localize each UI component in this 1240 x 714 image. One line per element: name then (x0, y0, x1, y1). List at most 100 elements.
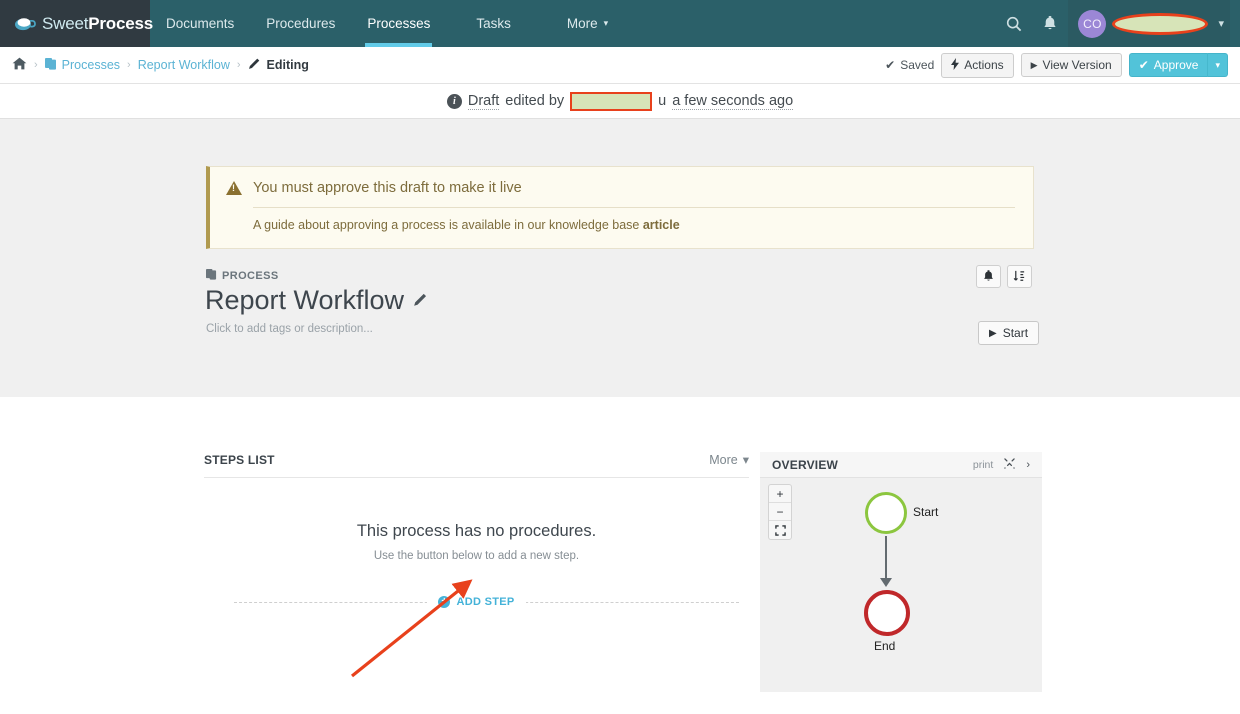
alert-header: You must approve this draft to make it l… (226, 180, 1015, 196)
steps-list-panel: STEPS LIST More ▾ This process has no pr… (204, 452, 749, 613)
brand-logo[interactable]: SweetProcess (0, 0, 153, 47)
add-step-label: ADD STEP (456, 596, 515, 608)
process-title-text: Report Workflow (205, 285, 405, 315)
actions-label: Actions (964, 58, 1004, 72)
diagram-connector-arrowhead (880, 578, 892, 587)
nav-label: Processes (367, 16, 431, 31)
draft-status-bar: i Draft edited by u a few seconds ago (0, 84, 1240, 119)
caret-down-icon: ▾ (1215, 59, 1220, 70)
breadcrumb-label: Editing (266, 58, 309, 72)
home-icon[interactable] (12, 57, 27, 73)
nav-label: Tasks (476, 16, 511, 31)
alert-body-text: A guide about approving a process is ava… (253, 218, 643, 232)
draft-message: i Draft edited by u a few seconds ago (446, 91, 794, 111)
draft-trailing-char: u (658, 93, 667, 109)
header-section-background (0, 119, 1240, 397)
view-version-label: View Version (1042, 58, 1112, 72)
print-button[interactable]: print (973, 459, 993, 471)
fit-to-screen-button[interactable] (769, 521, 791, 539)
chevron-down-icon[interactable]: ▾ (1218, 17, 1224, 30)
redacted-username (1112, 12, 1209, 35)
nav-label: Procedures (266, 16, 336, 31)
add-step-button[interactable]: + ADD STEP (427, 593, 526, 611)
breadcrumb-label: Processes (61, 58, 121, 72)
start-label: Start (1002, 326, 1029, 340)
zoom-out-button[interactable]: − (769, 503, 791, 521)
approve-dropdown-toggle[interactable]: ▾ (1207, 53, 1228, 77)
pencil-icon (248, 57, 261, 73)
nav-item-processes[interactable]: Processes (351, 0, 446, 47)
actions-button[interactable]: Actions (941, 52, 1014, 78)
documents-icon (44, 57, 57, 73)
warning-triangle-icon (226, 181, 242, 195)
approve-label: Approve (1153, 58, 1199, 72)
reorder-steps-button[interactable] (1007, 265, 1032, 288)
diagram-connector-line (885, 536, 887, 580)
alert-article-link[interactable]: article (643, 218, 680, 232)
tags-description-placeholder[interactable]: Click to add tags or description... (206, 323, 373, 335)
overview-actions: print › (973, 457, 1030, 472)
process-kicker-label: PROCESS (222, 269, 279, 282)
process-kicker: PROCESS (206, 268, 279, 283)
collapse-panel-chevron-icon[interactable]: › (1026, 459, 1030, 471)
notifications-button[interactable] (976, 265, 1001, 288)
top-navigation-bar: SweetProcess Documents Procedures Proces… (0, 0, 1240, 47)
breadcrumb: › Processes › Report Workflow › Editing (12, 57, 309, 73)
start-process-button[interactable]: ▶ Start (978, 321, 1040, 345)
play-icon: ▶ (1030, 59, 1038, 70)
saved-status: ✔ Saved (885, 58, 934, 72)
steps-more-label: More (709, 452, 738, 467)
steps-list-header: STEPS LIST More ▾ (204, 452, 749, 478)
add-step-row: + ADD STEP (204, 591, 749, 613)
bell-icon[interactable] (1032, 0, 1068, 47)
info-icon: i (446, 93, 462, 109)
saved-label: Saved (900, 58, 935, 72)
draft-timestamp: a few seconds ago (672, 92, 794, 110)
draft-word[interactable]: Draft (467, 93, 500, 110)
breadcrumb-item-report-workflow[interactable]: Report Workflow (138, 58, 230, 72)
avatar: CO (1078, 9, 1107, 38)
diagram-node-end-label: End (874, 639, 896, 653)
nav-item-more[interactable]: More ▾ (527, 0, 624, 47)
check-icon: ✔ (885, 58, 896, 72)
nav-label: Documents (166, 16, 235, 31)
chevron-down-icon: ▾ (603, 18, 609, 28)
process-title-tools (976, 265, 1032, 288)
plus-circle-icon: + (438, 596, 451, 608)
approve-draft-alert: You must approve this draft to make it l… (206, 166, 1034, 249)
empty-state-subtitle: Use the button below to add a new step. (373, 550, 580, 562)
diagram-node-end[interactable] (864, 590, 910, 636)
documents-icon (206, 268, 217, 283)
edited-by-label: edited by (505, 93, 565, 109)
approve-button[interactable]: ✔ Approve (1128, 53, 1208, 77)
app-root: SweetProcess Documents Procedures Proces… (0, 0, 1240, 714)
alert-title: You must approve this draft to make it l… (253, 180, 522, 196)
nav-item-documents[interactable]: Documents (150, 0, 250, 47)
steps-more-button[interactable]: More ▾ (709, 452, 749, 468)
nav-item-procedures[interactable]: Procedures (250, 0, 351, 47)
alert-body: A guide about approving a process is ava… (253, 218, 1015, 232)
check-icon: ✔ (1138, 58, 1149, 72)
view-version-button[interactable]: ▶ View Version (1020, 53, 1122, 77)
approve-button-group: ✔ Approve ▾ (1128, 53, 1228, 77)
breadcrumb-item-editing: Editing (248, 57, 309, 73)
nav-right-tools: CO ▾ (996, 0, 1240, 47)
alert-divider (253, 207, 1015, 208)
coffee-cup-icon (14, 15, 36, 33)
chevron-down-icon: ▾ (742, 453, 749, 467)
search-icon[interactable] (996, 0, 1032, 47)
redacted-editor-name (570, 91, 653, 111)
breadcrumb-separator: › (127, 59, 131, 71)
breadcrumb-separator: › (236, 59, 241, 71)
breadcrumb-item-processes[interactable]: Processes (44, 57, 121, 73)
edit-title-pencil-icon[interactable] (413, 292, 428, 310)
zoom-in-button[interactable]: + (769, 485, 791, 503)
steps-list-title: STEPS LIST (204, 452, 275, 467)
nav-item-tasks[interactable]: Tasks (446, 0, 527, 47)
user-menu[interactable]: CO ▾ (1068, 0, 1230, 47)
expand-diagram-icon[interactable] (1004, 457, 1016, 472)
overview-title: OVERVIEW (772, 457, 839, 472)
breadcrumb-bar: › Processes › Report Workflow › Editing … (0, 47, 1240, 84)
lightning-icon (951, 57, 960, 73)
diagram-node-start[interactable] (865, 492, 907, 534)
